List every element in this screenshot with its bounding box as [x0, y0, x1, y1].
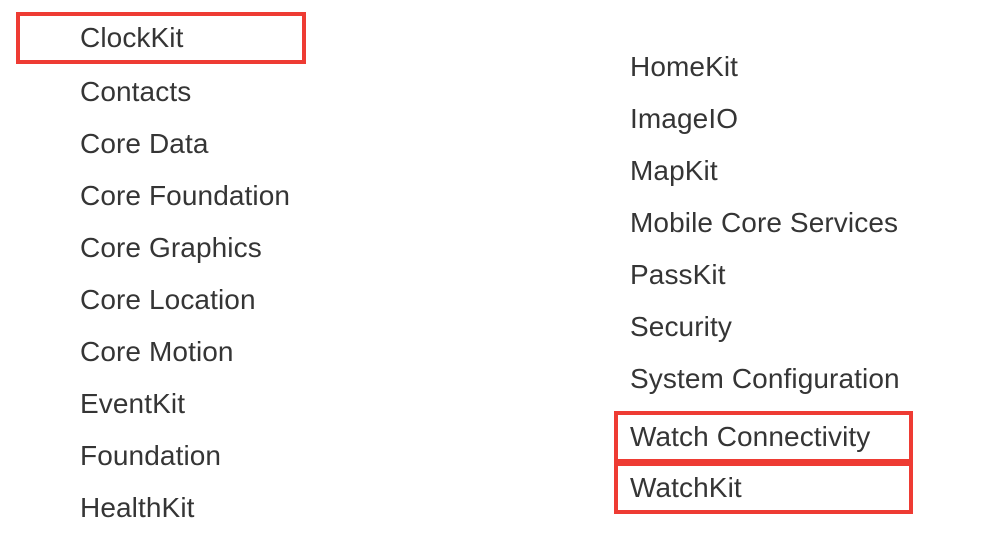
list-item-label: Core Foundation [80, 180, 291, 211]
list-item[interactable]: HomeKit [630, 41, 738, 93]
list-item-label: MapKit [630, 155, 718, 186]
list-item[interactable]: PassKit [630, 249, 726, 301]
list-item-label: Watch Connectivity [630, 421, 871, 452]
list-item-label: EventKit [80, 388, 186, 419]
list-item-label: WatchKit [630, 472, 742, 503]
list-item[interactable]: WatchKit [614, 462, 913, 514]
frameworks-left-column: ClockKit Contacts Core Data Core Foundation… [0, 0, 480, 546]
list-item-label: System Configuration [630, 363, 900, 394]
list-item[interactable]: Core Graphics [80, 222, 262, 274]
list-item-label: Core Data [80, 128, 209, 159]
list-item-label: ClockKit [80, 22, 184, 53]
list-item-label: HealthKit [80, 492, 195, 523]
list-item-label: PassKit [630, 259, 726, 290]
list-item[interactable]: Watch Connectivity [614, 411, 913, 463]
framework-list-screen: ClockKit Contacts Core Data Core Foundation… [0, 0, 982, 546]
list-item[interactable]: Core Motion [80, 326, 234, 378]
list-item[interactable]: ImageIO [630, 93, 738, 145]
list-item-label: ImageIO [630, 103, 739, 134]
list-item-label: Security [630, 311, 732, 342]
list-item-label: Core Motion [80, 336, 234, 367]
list-item[interactable]: HealthKit [80, 482, 195, 534]
frameworks-right-column: HomeKit ImageIO MapKit Mobile Core Services… [560, 0, 982, 546]
list-item[interactable]: Foundation [80, 430, 221, 482]
list-item[interactable]: Core Foundation [80, 170, 290, 222]
list-item[interactable]: Security [630, 301, 732, 353]
list-item-label: Foundation [80, 440, 222, 471]
list-item[interactable]: System Configuration [630, 353, 900, 405]
list-item-label: HomeKit [630, 51, 739, 82]
list-item[interactable]: EventKit [80, 378, 185, 430]
list-item[interactable]: ClockKit [16, 12, 306, 64]
list-item[interactable]: Contacts [80, 66, 191, 118]
list-item-label: Mobile Core Services [630, 207, 899, 238]
list-item[interactable]: Core Data [80, 118, 209, 170]
list-item[interactable]: MapKit [630, 145, 718, 197]
list-item-label: Contacts [80, 76, 192, 107]
list-item[interactable]: Mobile Core Services [630, 197, 898, 249]
list-item-label: Core Location [80, 284, 256, 315]
list-item-label: Core Graphics [80, 232, 262, 263]
list-item[interactable]: Core Location [80, 274, 256, 326]
